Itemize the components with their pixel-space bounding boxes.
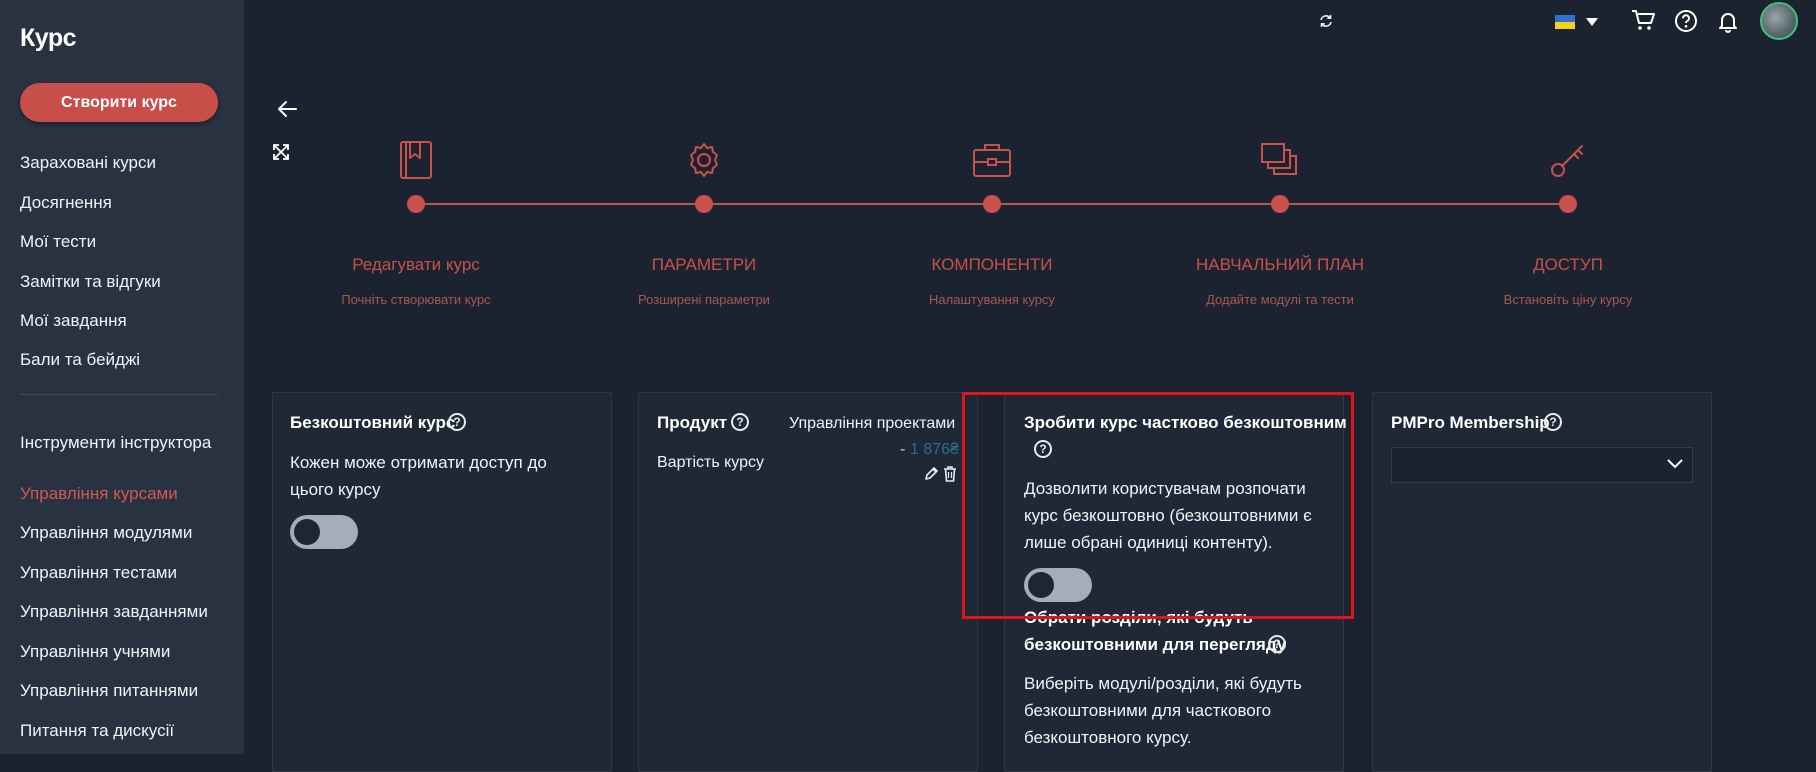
step-subtitle-access: Встановіть ціну курсу	[1503, 292, 1633, 307]
sidebar-item-notes-reviews[interactable]: Замітки та відгуки	[20, 272, 161, 292]
ukraine-flag-icon[interactable]	[1555, 15, 1575, 29]
key-icon[interactable]	[1546, 138, 1590, 182]
sidebar: Курс Створити курс Зараховані курси Дося…	[0, 0, 244, 754]
trash-icon[interactable]	[943, 466, 957, 482]
sync-icon[interactable]	[1318, 13, 1334, 29]
help-icon[interactable]	[1674, 9, 1698, 33]
layers-icon[interactable]	[1258, 138, 1302, 182]
step-dot-curriculum[interactable]	[1271, 195, 1289, 213]
sidebar-item-question-management[interactable]: Управління питаннями	[20, 681, 198, 701]
step-subtitle-curriculum: Додайте модулі та тести	[1206, 292, 1354, 307]
course-cost-label: Вартість курсу	[657, 454, 765, 471]
sidebar-item-questions-discussions[interactable]: Питання та дискусії	[20, 721, 174, 741]
briefcase-icon[interactable]	[970, 138, 1014, 182]
free-course-help-icon[interactable]: ?	[448, 413, 466, 431]
sidebar-item-student-management[interactable]: Управління учнями	[20, 642, 170, 662]
product-help-icon[interactable]: ?	[731, 413, 749, 431]
edit-pencil-icon[interactable]	[923, 466, 939, 482]
product-name: Управління проектами	[789, 415, 956, 432]
free-course-description: Кожен може отримати доступ до цього курс…	[290, 453, 547, 499]
dropdown-caret-icon[interactable]	[1585, 17, 1599, 27]
free-sections-help-icon[interactable]: ?	[1268, 635, 1286, 653]
cart-icon[interactable]	[1630, 8, 1656, 32]
free-sections-description: Виберіть модулі/розділи, які будуть безк…	[1024, 674, 1302, 747]
highlight-frame	[962, 392, 1354, 619]
step-title-edit-course[interactable]: Редагувати курс	[286, 255, 546, 275]
pmpro-membership-title: PMPro Membership	[1391, 413, 1550, 432]
membership-select[interactable]	[1391, 447, 1693, 483]
sidebar-item-quiz-management[interactable]: Управління тестами	[20, 563, 177, 583]
sidebar-item-assignment-management[interactable]: Управління завданнями	[20, 602, 208, 622]
step-subtitle-components: Налаштування курсу	[929, 292, 1055, 307]
price-prefix: -	[900, 441, 906, 458]
create-course-button[interactable]: Створити курс	[20, 83, 218, 122]
sidebar-item-achievements[interactable]: Досягнення	[20, 193, 112, 213]
sidebar-item-my-quizzes[interactable]: Мої тести	[20, 232, 96, 252]
bell-icon[interactable]	[1716, 9, 1740, 34]
back-arrow-icon[interactable]	[276, 99, 298, 119]
step-dot-edit-course[interactable]	[407, 195, 425, 213]
sidebar-item-course-management[interactable]: Управління курсами	[20, 484, 178, 504]
fullscreen-expand-icon[interactable]	[272, 143, 290, 161]
free-course-toggle[interactable]	[290, 515, 358, 549]
step-title-parameters[interactable]: ПАРАМЕТРИ	[574, 255, 834, 275]
step-subtitle-parameters: Розширені параметри	[638, 292, 770, 307]
step-title-access[interactable]: ДОСТУП	[1438, 255, 1698, 275]
sidebar-divider	[20, 394, 218, 395]
avatar[interactable]	[1760, 2, 1798, 40]
pmpro-help-icon[interactable]: ?	[1544, 413, 1562, 431]
chevron-down-icon	[1667, 459, 1683, 469]
step-title-curriculum[interactable]: НАВЧАЛЬНИЙ ПЛАН	[1150, 255, 1410, 275]
step-title-components[interactable]: КОМПОНЕНТИ	[862, 255, 1122, 275]
sidebar-item-my-assignments[interactable]: Мої завдання	[20, 311, 127, 331]
step-dot-components[interactable]	[983, 195, 1001, 213]
gear-icon[interactable]	[682, 138, 726, 182]
sidebar-section-instructor-tools: Інструменти інструктора	[20, 433, 212, 452]
sidebar-item-points-badges[interactable]: Бали та бейджі	[20, 350, 140, 370]
bookmark-book-icon[interactable]	[394, 138, 438, 182]
step-subtitle-edit-course: Почніть створювати курс	[341, 292, 491, 307]
step-dot-access[interactable]	[1559, 195, 1577, 213]
brand-title: Курс	[20, 24, 77, 52]
sidebar-item-module-management[interactable]: Управління модулями	[20, 523, 192, 543]
toggle-knob	[294, 519, 320, 545]
product-title: Продукт	[657, 413, 728, 432]
sidebar-item-enrolled-courses[interactable]: Зараховані курси	[20, 153, 156, 173]
free-course-title: Безкоштовний курс	[290, 413, 456, 432]
product-price: 1 876₴	[910, 441, 959, 458]
step-dot-parameters[interactable]	[695, 195, 713, 213]
